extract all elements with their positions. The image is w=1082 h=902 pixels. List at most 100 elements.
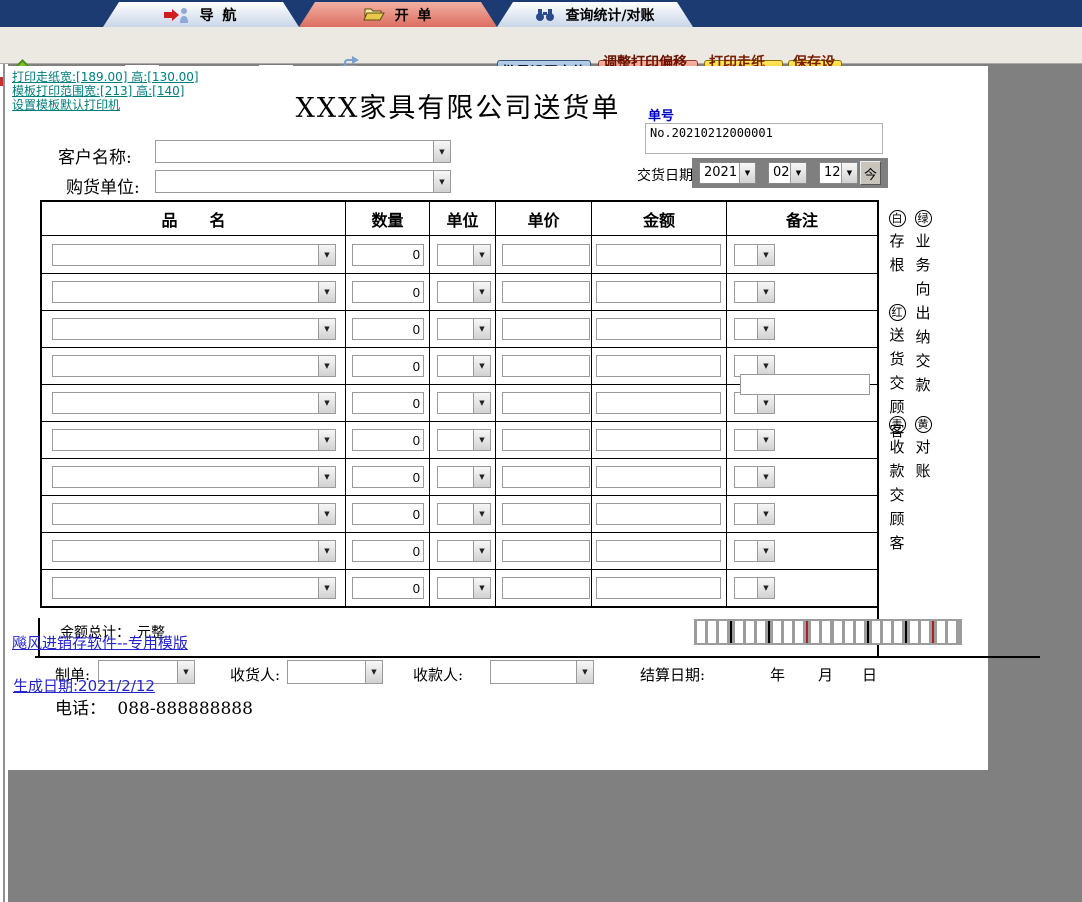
price-input[interactable] <box>502 244 590 266</box>
note-select[interactable]: ▼ <box>734 503 775 525</box>
chevron-down-icon[interactable]: ▼ <box>473 430 490 450</box>
amount-input[interactable] <box>596 281 721 303</box>
qty-input[interactable] <box>352 318 424 340</box>
qty-input[interactable] <box>352 466 424 488</box>
unit-select[interactable]: ▼ <box>437 244 491 266</box>
unit-select[interactable]: ▼ <box>437 355 491 377</box>
product-select[interactable]: ▼ <box>52 503 336 525</box>
unit-select[interactable]: ▼ <box>437 318 491 340</box>
amount-input[interactable] <box>596 392 721 414</box>
chevron-down-icon[interactable]: ▼ <box>433 141 450 162</box>
chevron-down-icon[interactable]: ▼ <box>318 541 335 561</box>
product-select[interactable]: ▼ <box>52 318 336 340</box>
product-select[interactable]: ▼ <box>52 466 336 488</box>
chevron-down-icon[interactable]: ▼ <box>757 319 774 339</box>
day-select[interactable]: 12 ▼ <box>819 162 858 184</box>
qty-input[interactable] <box>352 429 424 451</box>
product-select[interactable]: ▼ <box>52 281 336 303</box>
month-select[interactable]: 02 ▼ <box>768 162 807 184</box>
chevron-down-icon[interactable]: ▼ <box>841 163 857 183</box>
chevron-down-icon[interactable]: ▼ <box>473 578 490 598</box>
order-no-input[interactable]: No.20210212000001 <box>645 123 883 154</box>
chevron-down-icon[interactable]: ▼ <box>473 282 490 302</box>
note-select[interactable]: ▼ <box>734 577 775 599</box>
tab-query-statistics[interactable]: 查询统计/对账 <box>497 2 693 27</box>
chevron-down-icon[interactable]: ▼ <box>318 578 335 598</box>
chevron-down-icon[interactable]: ▼ <box>473 504 490 524</box>
price-input[interactable] <box>502 392 590 414</box>
tab-create-order[interactable]: 开 单 <box>299 2 497 27</box>
amount-input[interactable] <box>596 244 721 266</box>
chevron-down-icon[interactable]: ▼ <box>576 661 593 683</box>
chevron-down-icon[interactable]: ▼ <box>757 467 774 487</box>
qty-input[interactable] <box>352 540 424 562</box>
floating-edit-box[interactable] <box>740 374 870 395</box>
amount-input[interactable] <box>596 466 721 488</box>
chevron-down-icon[interactable]: ▼ <box>177 661 194 683</box>
chevron-down-icon[interactable]: ▼ <box>318 245 335 265</box>
note-select[interactable]: ▼ <box>734 466 775 488</box>
note-select[interactable]: ▼ <box>734 429 775 451</box>
paper-size-link[interactable]: 打印走纸宽:[189.00] 高:[130.00] <box>12 70 199 84</box>
chevron-down-icon[interactable]: ▼ <box>757 504 774 524</box>
chevron-down-icon[interactable]: ▼ <box>473 541 490 561</box>
amount-input[interactable] <box>596 577 721 599</box>
qty-input[interactable] <box>352 244 424 266</box>
chevron-down-icon[interactable]: ▼ <box>318 430 335 450</box>
amount-input[interactable] <box>596 318 721 340</box>
receiver-select[interactable]: ▼ <box>287 660 383 684</box>
price-input[interactable] <box>502 577 590 599</box>
unit-select[interactable]: ▼ <box>437 540 491 562</box>
chevron-down-icon[interactable]: ▼ <box>757 541 774 561</box>
unit-select[interactable]: ▼ <box>437 281 491 303</box>
qty-input[interactable] <box>352 503 424 525</box>
chevron-down-icon[interactable]: ▼ <box>318 467 335 487</box>
chevron-down-icon[interactable]: ▼ <box>318 504 335 524</box>
chevron-down-icon[interactable]: ▼ <box>473 245 490 265</box>
today-button[interactable]: 今 <box>860 161 881 185</box>
chevron-down-icon[interactable]: ▼ <box>318 356 335 376</box>
amount-input[interactable] <box>596 540 721 562</box>
unit-select[interactable]: ▼ <box>437 429 491 451</box>
product-select[interactable]: ▼ <box>52 355 336 377</box>
buyer-select[interactable]: ▼ <box>155 170 451 193</box>
unit-select[interactable]: ▼ <box>437 392 491 414</box>
customer-select[interactable]: ▼ <box>155 140 451 163</box>
software-template-link[interactable]: 飚风进销存软件--专用模版 <box>12 632 188 653</box>
qty-input[interactable] <box>352 355 424 377</box>
chevron-down-icon[interactable]: ▼ <box>757 282 774 302</box>
chevron-down-icon[interactable]: ▼ <box>757 393 774 413</box>
default-printer-link[interactable]: 设置模板默认打印机 <box>12 98 199 112</box>
chevron-down-icon[interactable]: ▼ <box>757 245 774 265</box>
chevron-down-icon[interactable]: ▼ <box>365 661 382 683</box>
chevron-down-icon[interactable]: ▼ <box>790 163 806 183</box>
note-select[interactable]: ▼ <box>734 540 775 562</box>
chevron-down-icon[interactable]: ▼ <box>757 578 774 598</box>
product-select[interactable]: ▼ <box>52 392 336 414</box>
price-input[interactable] <box>502 281 590 303</box>
chevron-down-icon[interactable]: ▼ <box>473 356 490 376</box>
price-input[interactable] <box>502 540 590 562</box>
qty-input[interactable] <box>352 577 424 599</box>
chevron-down-icon[interactable]: ▼ <box>473 393 490 413</box>
chevron-down-icon[interactable]: ▼ <box>757 356 774 376</box>
tab-navigation[interactable]: 导 航 <box>103 2 299 27</box>
generated-date-link[interactable]: 生成日期:2021/2/12 <box>13 675 155 696</box>
chevron-down-icon[interactable]: ▼ <box>318 393 335 413</box>
amount-input[interactable] <box>596 503 721 525</box>
price-input[interactable] <box>502 318 590 340</box>
note-select[interactable]: ▼ <box>734 392 775 414</box>
chevron-down-icon[interactable]: ▼ <box>318 319 335 339</box>
unit-select[interactable]: ▼ <box>437 577 491 599</box>
product-select[interactable]: ▼ <box>52 540 336 562</box>
year-select[interactable]: 2021 ▼ <box>699 162 756 184</box>
product-select[interactable]: ▼ <box>52 244 336 266</box>
note-select[interactable]: ▼ <box>734 318 775 340</box>
note-select[interactable]: ▼ <box>734 244 775 266</box>
price-input[interactable] <box>502 429 590 451</box>
price-input[interactable] <box>502 355 590 377</box>
chevron-down-icon[interactable]: ▼ <box>318 282 335 302</box>
price-input[interactable] <box>502 503 590 525</box>
unit-select[interactable]: ▼ <box>437 503 491 525</box>
chevron-down-icon[interactable]: ▼ <box>757 430 774 450</box>
